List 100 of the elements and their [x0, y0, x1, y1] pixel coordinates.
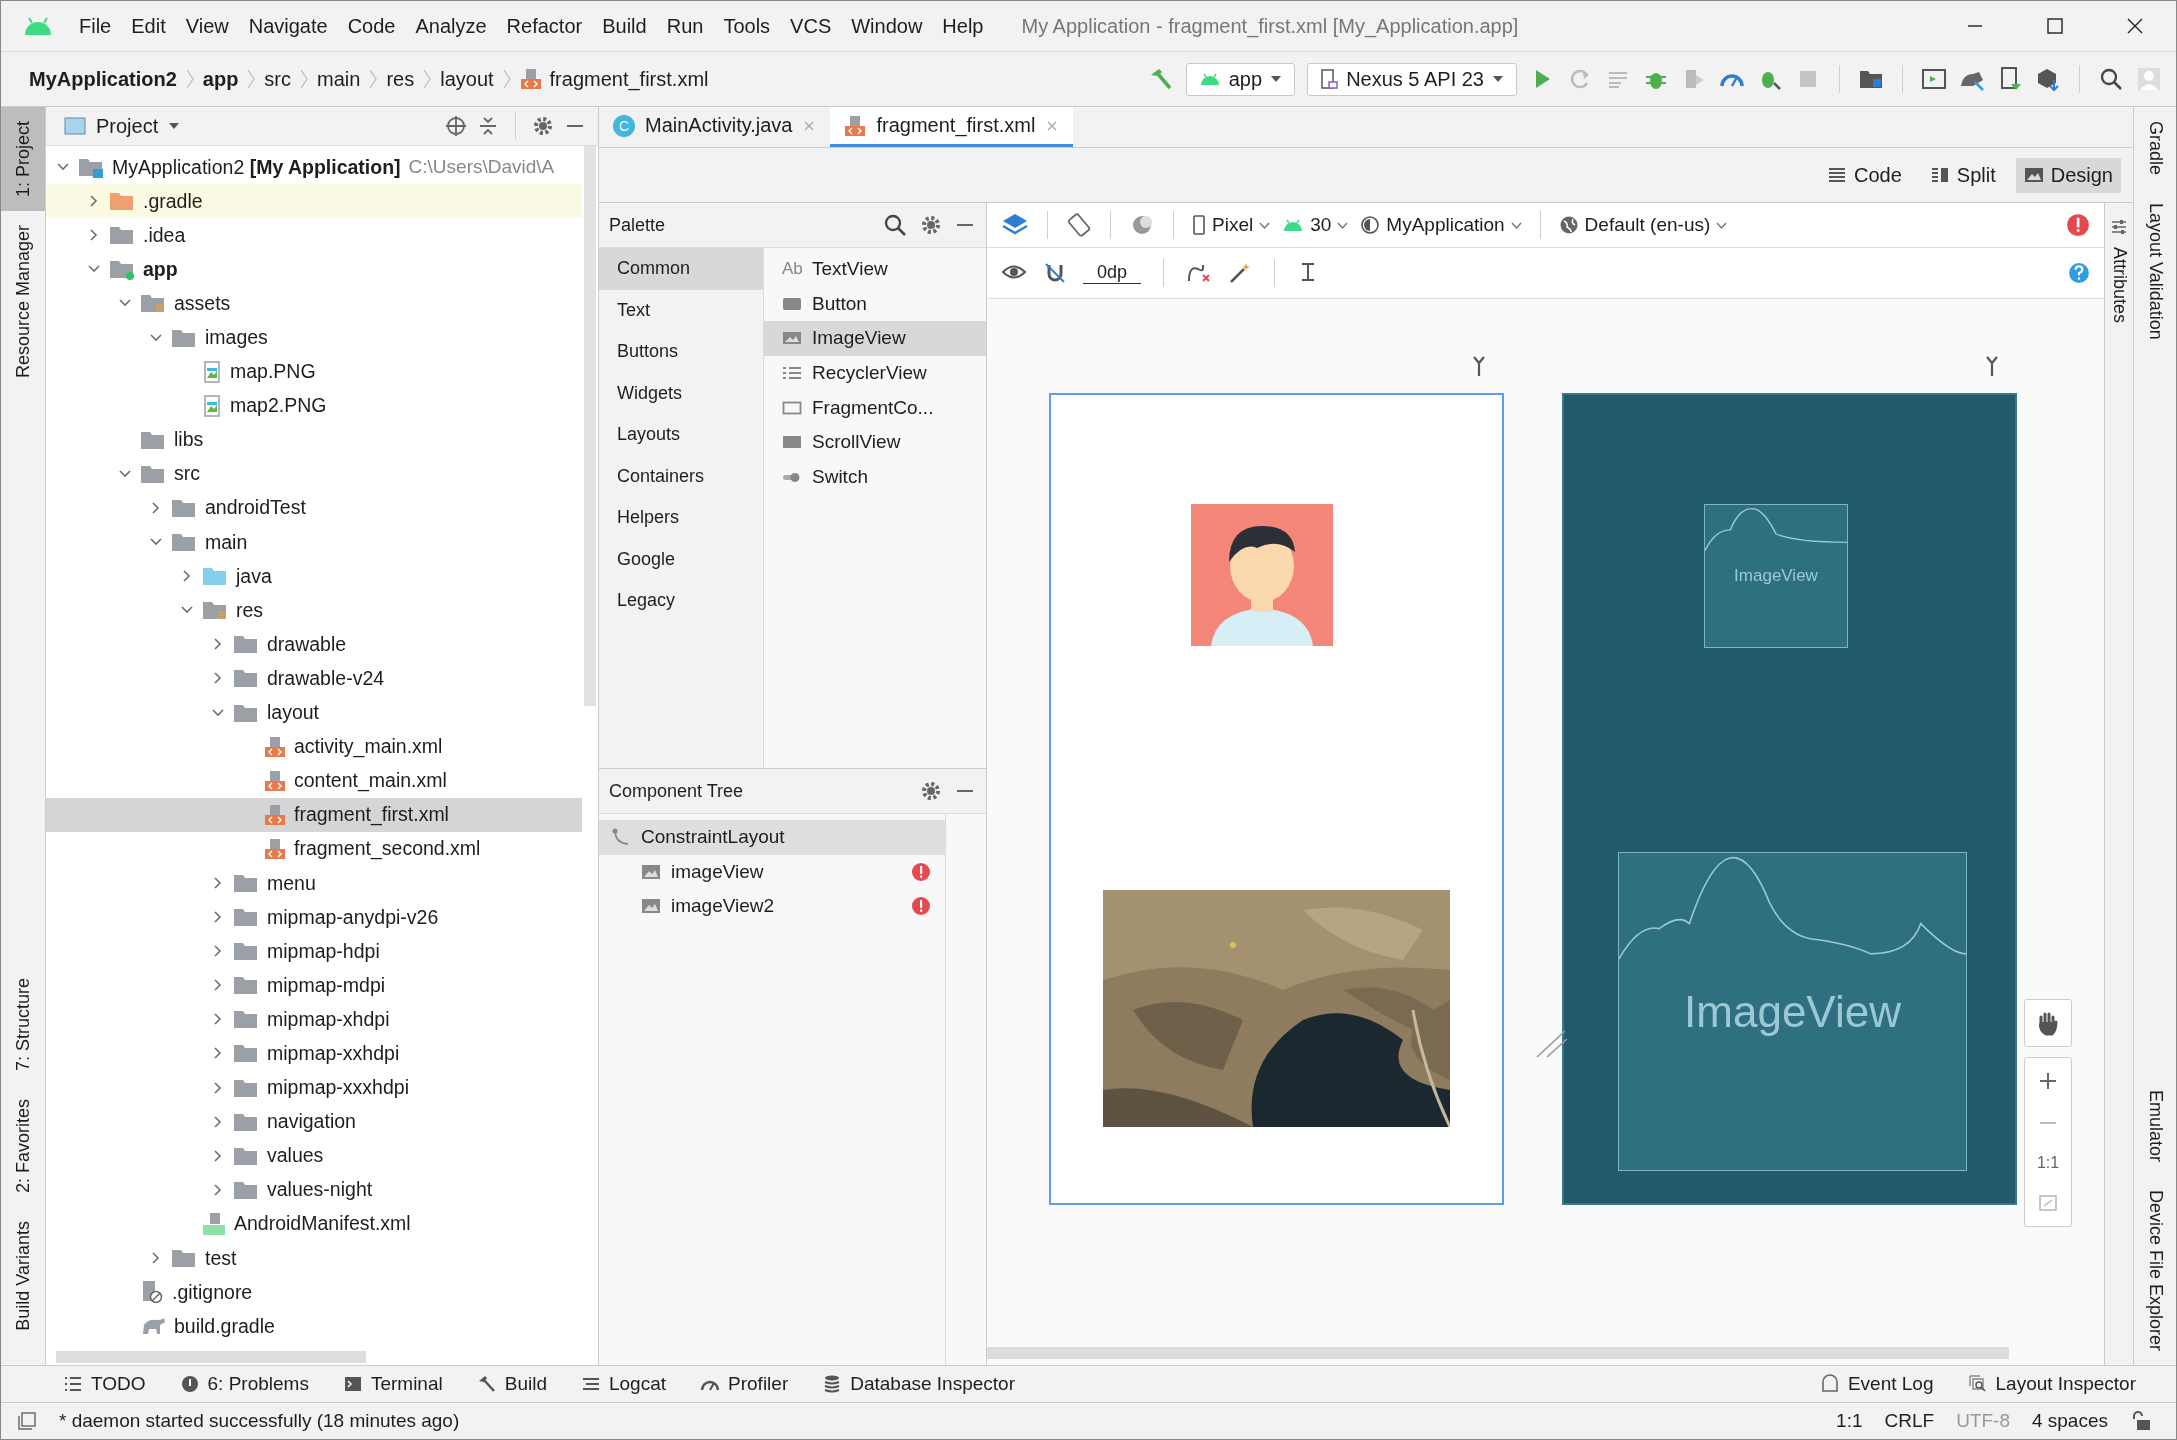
tree-row[interactable]: androidTest — [46, 490, 582, 526]
breadcrumb-item[interactable]: res — [386, 67, 415, 91]
component-tree-row[interactable]: imageView2 — [599, 889, 945, 924]
breadcrumb-item[interactable]: layout — [440, 67, 494, 91]
tree-row[interactable]: map.PNG — [46, 354, 582, 389]
menu-item[interactable]: Build — [602, 14, 647, 38]
tree-row[interactable]: mipmap-hdpi — [46, 934, 582, 969]
tool-window-tab[interactable]: Gradle — [2134, 107, 2176, 190]
palette-item[interactable]: ScrollView — [764, 424, 986, 460]
panel-title[interactable]: Project — [96, 114, 159, 138]
tree-row[interactable]: res — [46, 593, 582, 628]
actual-size-button[interactable]: 1:1 — [2036, 1154, 2060, 1172]
panel-toggle-icon[interactable] — [17, 1411, 37, 1431]
tree-row[interactable]: drawable — [46, 627, 582, 662]
menu-item[interactable]: Refactor — [506, 14, 583, 38]
tool-window-button[interactable]: Profiler — [700, 1373, 789, 1395]
tool-window-button[interactable]: TODO — [63, 1373, 146, 1395]
palette-category[interactable]: Common — [599, 248, 763, 290]
api-level-selector[interactable]: 30 — [1282, 214, 1349, 236]
tool-window-tab[interactable]: Layout Validation — [2134, 189, 2176, 354]
scrollbar[interactable] — [56, 1351, 366, 1363]
tree-row[interactable]: activity_main.xml — [46, 729, 582, 764]
tree-row[interactable]: app — [46, 252, 582, 287]
tree-row[interactable]: mipmap-mdpi — [46, 968, 582, 1003]
tool-window-tab[interactable]: 2: Favorites — [1, 1085, 45, 1208]
editor-tab[interactable]: C MainActivity.java — [599, 107, 831, 147]
tree-row[interactable]: java — [46, 559, 582, 594]
search-icon[interactable] — [882, 212, 908, 238]
tree-row[interactable]: libs — [46, 422, 582, 457]
tool-window-tab[interactable]: 7: Structure — [1, 964, 45, 1086]
palette-category[interactable]: Helpers — [599, 497, 763, 539]
tree-row[interactable]: main — [46, 525, 582, 560]
tree-row[interactable]: build.gradle — [46, 1309, 582, 1344]
palette-category[interactable]: Widgets — [599, 372, 763, 414]
palette-item[interactable]: ImageView — [764, 321, 986, 356]
default-margin-selector[interactable]: 0dp — [1083, 262, 1142, 284]
tree-row[interactable]: menu — [46, 865, 582, 901]
menu-item[interactable]: Window — [851, 14, 923, 38]
tree-row[interactable]: fragment_second.xml — [46, 831, 582, 866]
breadcrumb-item[interactable]: src — [264, 67, 292, 91]
palette-category[interactable]: Containers — [599, 455, 763, 497]
palette-item[interactable]: Switch — [764, 459, 986, 495]
tree-row[interactable]: drawable-v24 — [46, 661, 582, 696]
tool-window-tab[interactable]: Emulator — [2134, 1075, 2176, 1176]
tree-row[interactable]: map2.PNG — [46, 388, 582, 423]
tree-row[interactable]: content_main.xml — [46, 763, 582, 798]
screen-icon[interactable] — [1921, 66, 1947, 92]
view-mode-button[interactable]: Code — [1819, 157, 1910, 193]
menu-item[interactable]: VCS — [790, 14, 832, 38]
palette-item[interactable]: Button — [764, 286, 986, 322]
tree-row[interactable]: values-night — [46, 1172, 582, 1207]
target-icon[interactable] — [445, 115, 467, 137]
palette-category[interactable]: Legacy — [599, 580, 763, 622]
menu-item[interactable]: Edit — [131, 14, 166, 38]
error-icon[interactable] — [2066, 213, 2090, 237]
palette-category[interactable]: Layouts — [599, 414, 763, 456]
tool-window-button[interactable]: Logcat — [581, 1373, 667, 1395]
tree-row[interactable]: images — [46, 320, 582, 355]
error-icon[interactable] — [911, 861, 931, 882]
tree-row[interactable]: values — [46, 1138, 582, 1173]
menu-item[interactable]: Code — [347, 14, 396, 38]
tool-window-button[interactable]: Event Log — [1819, 1373, 1934, 1395]
tool-window-button[interactable]: Database Inspector — [822, 1373, 1015, 1395]
device-dropdown[interactable]: Nexus 5 API 23 — [1307, 62, 1517, 96]
sliders-icon[interactable] — [2109, 217, 2129, 237]
palette-item[interactable]: RecyclerView — [764, 355, 986, 391]
breadcrumb-item[interactable]: main — [317, 67, 361, 91]
palette-category[interactable]: Buttons — [599, 331, 763, 373]
palette-item[interactable]: FragmentCo... — [764, 390, 986, 425]
tool-window-button[interactable]: Terminal — [342, 1373, 443, 1395]
error-icon[interactable] — [911, 896, 931, 917]
tool-window-tab[interactable]: Device File Explorer — [2134, 1175, 2176, 1365]
tree-row[interactable]: mipmap-xxxhdpi — [46, 1070, 582, 1105]
tool-window-button[interactable]: Layout Inspector — [1967, 1373, 2136, 1395]
search-icon[interactable] — [2098, 66, 2124, 92]
breadcrumb-item[interactable]: MyApplication2 — [29, 67, 177, 91]
tree-row[interactable]: .idea — [46, 218, 582, 253]
tree-row[interactable]: mipmap-xhdpi — [46, 1002, 582, 1037]
view-mode-button[interactable]: Split — [1921, 157, 2004, 193]
settings-icon[interactable] — [920, 214, 942, 236]
tree-row[interactable]: navigation — [46, 1104, 582, 1139]
scrollbar[interactable] — [584, 146, 596, 706]
help-icon[interactable] — [2068, 262, 2090, 284]
magnet-off-icon[interactable] — [1043, 261, 1067, 285]
zoom-in-icon[interactable] — [2037, 1070, 2059, 1092]
menu-item[interactable]: View — [185, 14, 229, 38]
scrollbar[interactable] — [987, 1347, 2009, 1359]
tree-row[interactable]: mipmap-anydpi-v26 — [46, 900, 582, 935]
palette-category[interactable]: Google — [599, 538, 763, 580]
palette-category[interactable]: Text — [599, 289, 763, 331]
tree-row[interactable]: layout — [46, 695, 582, 730]
tree-row[interactable]: MyApplication2 [My Application] C:\Users\David\A — [46, 150, 582, 185]
tree-row[interactable]: assets — [46, 286, 582, 321]
theme-selector[interactable]: MyApplication — [1360, 214, 1522, 236]
component-tree-row[interactable]: ConstraintLayout — [599, 820, 945, 855]
tree-row[interactable]: fragment_first.xml — [46, 797, 582, 832]
tool-window-button[interactable]: Build — [476, 1373, 547, 1395]
tool-window-button[interactable]: 6: Problems — [179, 1373, 309, 1395]
rotate-device-icon[interactable] — [1066, 212, 1092, 238]
menu-item[interactable]: Analyze — [415, 14, 487, 38]
